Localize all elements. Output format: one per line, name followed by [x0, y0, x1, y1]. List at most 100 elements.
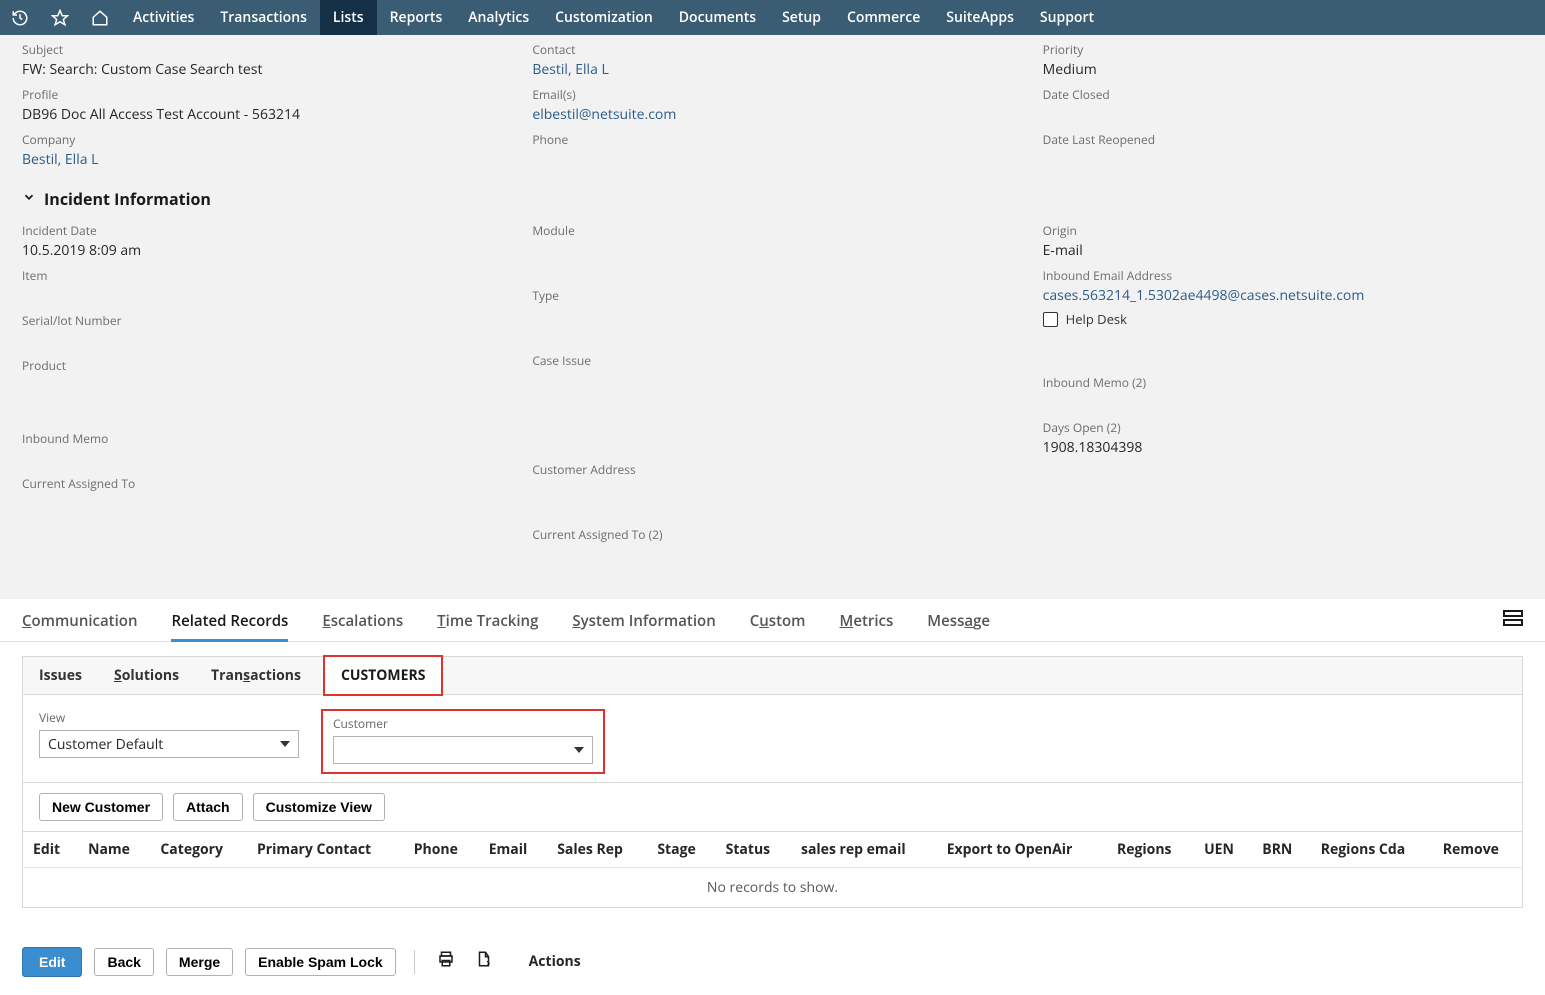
nav-customization[interactable]: Customization — [542, 0, 666, 35]
tab-escalations[interactable]: Escalations — [322, 611, 403, 641]
tab-time-tracking[interactable]: Time Tracking — [437, 611, 538, 641]
view-select[interactable]: Customer Default — [39, 730, 299, 758]
field-label: Priority — [1043, 41, 1523, 58]
column-remove[interactable]: Remove — [1433, 832, 1523, 868]
column-regions[interactable]: Regions — [1107, 832, 1194, 868]
customer-select[interactable] — [333, 736, 593, 764]
merge-button[interactable]: Merge — [166, 948, 233, 976]
field-value — [532, 306, 1012, 326]
field-value — [1043, 393, 1523, 413]
customer-filter: Customer — [321, 709, 605, 774]
nav-reports[interactable]: Reports — [377, 0, 456, 35]
field-label: Current Assigned To (2) — [532, 526, 1012, 543]
column-brn[interactable]: BRN — [1252, 832, 1310, 868]
column-stage[interactable]: Stage — [647, 832, 715, 868]
field-value — [22, 331, 502, 351]
field-label: Date Last Reopened — [1043, 131, 1523, 148]
subtab-issues[interactable]: Issues — [23, 657, 98, 694]
field-value — [1043, 150, 1523, 170]
field-label: Date Closed — [1043, 86, 1523, 103]
nav-support[interactable]: Support — [1027, 0, 1107, 35]
field-label: Phone — [532, 131, 1012, 148]
field-value — [22, 494, 502, 514]
layout-toggle-icon[interactable] — [1503, 610, 1523, 631]
field-value: Medium — [1043, 60, 1523, 80]
field-label: Days Open (2) — [1043, 419, 1523, 436]
nav-lists[interactable]: Lists — [320, 0, 377, 35]
column-primary-contact[interactable]: Primary Contact — [247, 832, 404, 868]
view-label: View — [39, 709, 299, 726]
field-label: Inbound Memo — [22, 430, 502, 447]
top-nav: ActivitiesTransactionsListsReportsAnalyt… — [0, 0, 1545, 35]
history-icon[interactable] — [0, 0, 40, 35]
empty-message: No records to show. — [23, 868, 1523, 908]
chevron-down-icon[interactable] — [22, 190, 36, 209]
field-label: Email(s) — [532, 86, 1012, 103]
field-link[interactable]: cases.563214_1.5302ae4498@cases.netsuite… — [1043, 286, 1365, 305]
incident-section-title: Incident Information — [44, 188, 211, 210]
home-icon[interactable] — [80, 0, 120, 35]
field-label: Inbound Email Address — [1043, 267, 1523, 284]
column-sales-rep[interactable]: Sales Rep — [547, 832, 647, 868]
field-value: 10.5.2019 8:09 am — [22, 241, 502, 261]
nav-documents[interactable]: Documents — [666, 0, 769, 35]
star-icon[interactable] — [40, 0, 80, 35]
incident-section-header[interactable]: Incident Information — [22, 188, 1523, 210]
subtab-solutions[interactable]: Solutions — [98, 657, 195, 694]
attach-button[interactable]: Attach — [173, 793, 243, 821]
view-filter: View Customer Default — [39, 709, 299, 774]
field-link[interactable]: elbestil@netsuite.com — [532, 105, 676, 124]
column-phone[interactable]: Phone — [404, 832, 479, 868]
column-email[interactable]: Email — [479, 832, 547, 868]
nav-suiteapps[interactable]: SuiteApps — [933, 0, 1027, 35]
tab-system-information[interactable]: System Information — [572, 611, 715, 641]
field-value: cases.563214_1.5302ae4498@cases.netsuite… — [1043, 286, 1523, 306]
customers-table: EditNameCategoryPrimary ContactPhoneEmai… — [22, 832, 1523, 908]
column-sales-rep-email[interactable]: sales rep email — [791, 832, 937, 868]
customize-view-button[interactable]: Customize View — [253, 793, 385, 821]
print-icon[interactable] — [433, 946, 459, 977]
back-button[interactable]: Back — [94, 948, 153, 976]
field-label: Company — [22, 131, 502, 148]
field-label: Inbound Memo (2) — [1043, 374, 1523, 391]
actions-menu[interactable]: Actions — [529, 952, 581, 971]
tab-message[interactable]: Message — [927, 611, 990, 641]
subtab-transactions[interactable]: Transactions — [195, 657, 317, 694]
nav-setup[interactable]: Setup — [769, 0, 834, 35]
field-label: Origin — [1043, 222, 1523, 239]
subtab-customers[interactable]: CUSTOMERS — [323, 655, 443, 696]
field-value: Bestil, Ella L — [532, 60, 1012, 80]
field-label: Contact — [532, 41, 1012, 58]
field-value: elbestil@netsuite.com — [532, 105, 1012, 125]
export-icon[interactable] — [471, 946, 497, 977]
column-status[interactable]: Status — [716, 832, 791, 868]
checkbox[interactable] — [1043, 312, 1058, 327]
column-export-to-openair[interactable]: Export to OpenAir — [937, 832, 1107, 868]
view-select-value: Customer Default — [48, 735, 163, 754]
column-uen[interactable]: UEN — [1194, 832, 1252, 868]
field-value — [22, 376, 502, 396]
field-value — [532, 545, 1012, 565]
edit-button[interactable]: Edit — [22, 947, 82, 977]
nav-analytics[interactable]: Analytics — [455, 0, 542, 35]
field-link[interactable]: Bestil, Ella L — [22, 150, 98, 169]
new-customer-button[interactable]: New Customer — [39, 793, 163, 821]
column-name[interactable]: Name — [78, 832, 150, 868]
nav-transactions[interactable]: Transactions — [207, 0, 320, 35]
column-category[interactable]: Category — [150, 832, 247, 868]
field-value: DB96 Doc All Access Test Account - 56321… — [22, 105, 502, 125]
tab-metrics[interactable]: Metrics — [839, 611, 893, 641]
nav-activities[interactable]: Activities — [120, 0, 207, 35]
enable-spam-lock-button[interactable]: Enable Spam Lock — [245, 948, 395, 976]
tab-related-records[interactable]: Related Records — [171, 611, 288, 641]
field-value: Bestil, Ella L — [22, 150, 502, 170]
field-label: Item — [22, 267, 502, 284]
column-regions-cda[interactable]: Regions Cda — [1311, 832, 1433, 868]
tab-custom[interactable]: Custom — [750, 611, 806, 641]
tab-communication[interactable]: Communication — [22, 611, 137, 641]
nav-commerce[interactable]: Commerce — [834, 0, 933, 35]
field-value — [532, 480, 1012, 500]
field-link[interactable]: Bestil, Ella L — [532, 60, 608, 79]
column-edit[interactable]: Edit — [23, 832, 79, 868]
field-label: Incident Date — [22, 222, 502, 239]
